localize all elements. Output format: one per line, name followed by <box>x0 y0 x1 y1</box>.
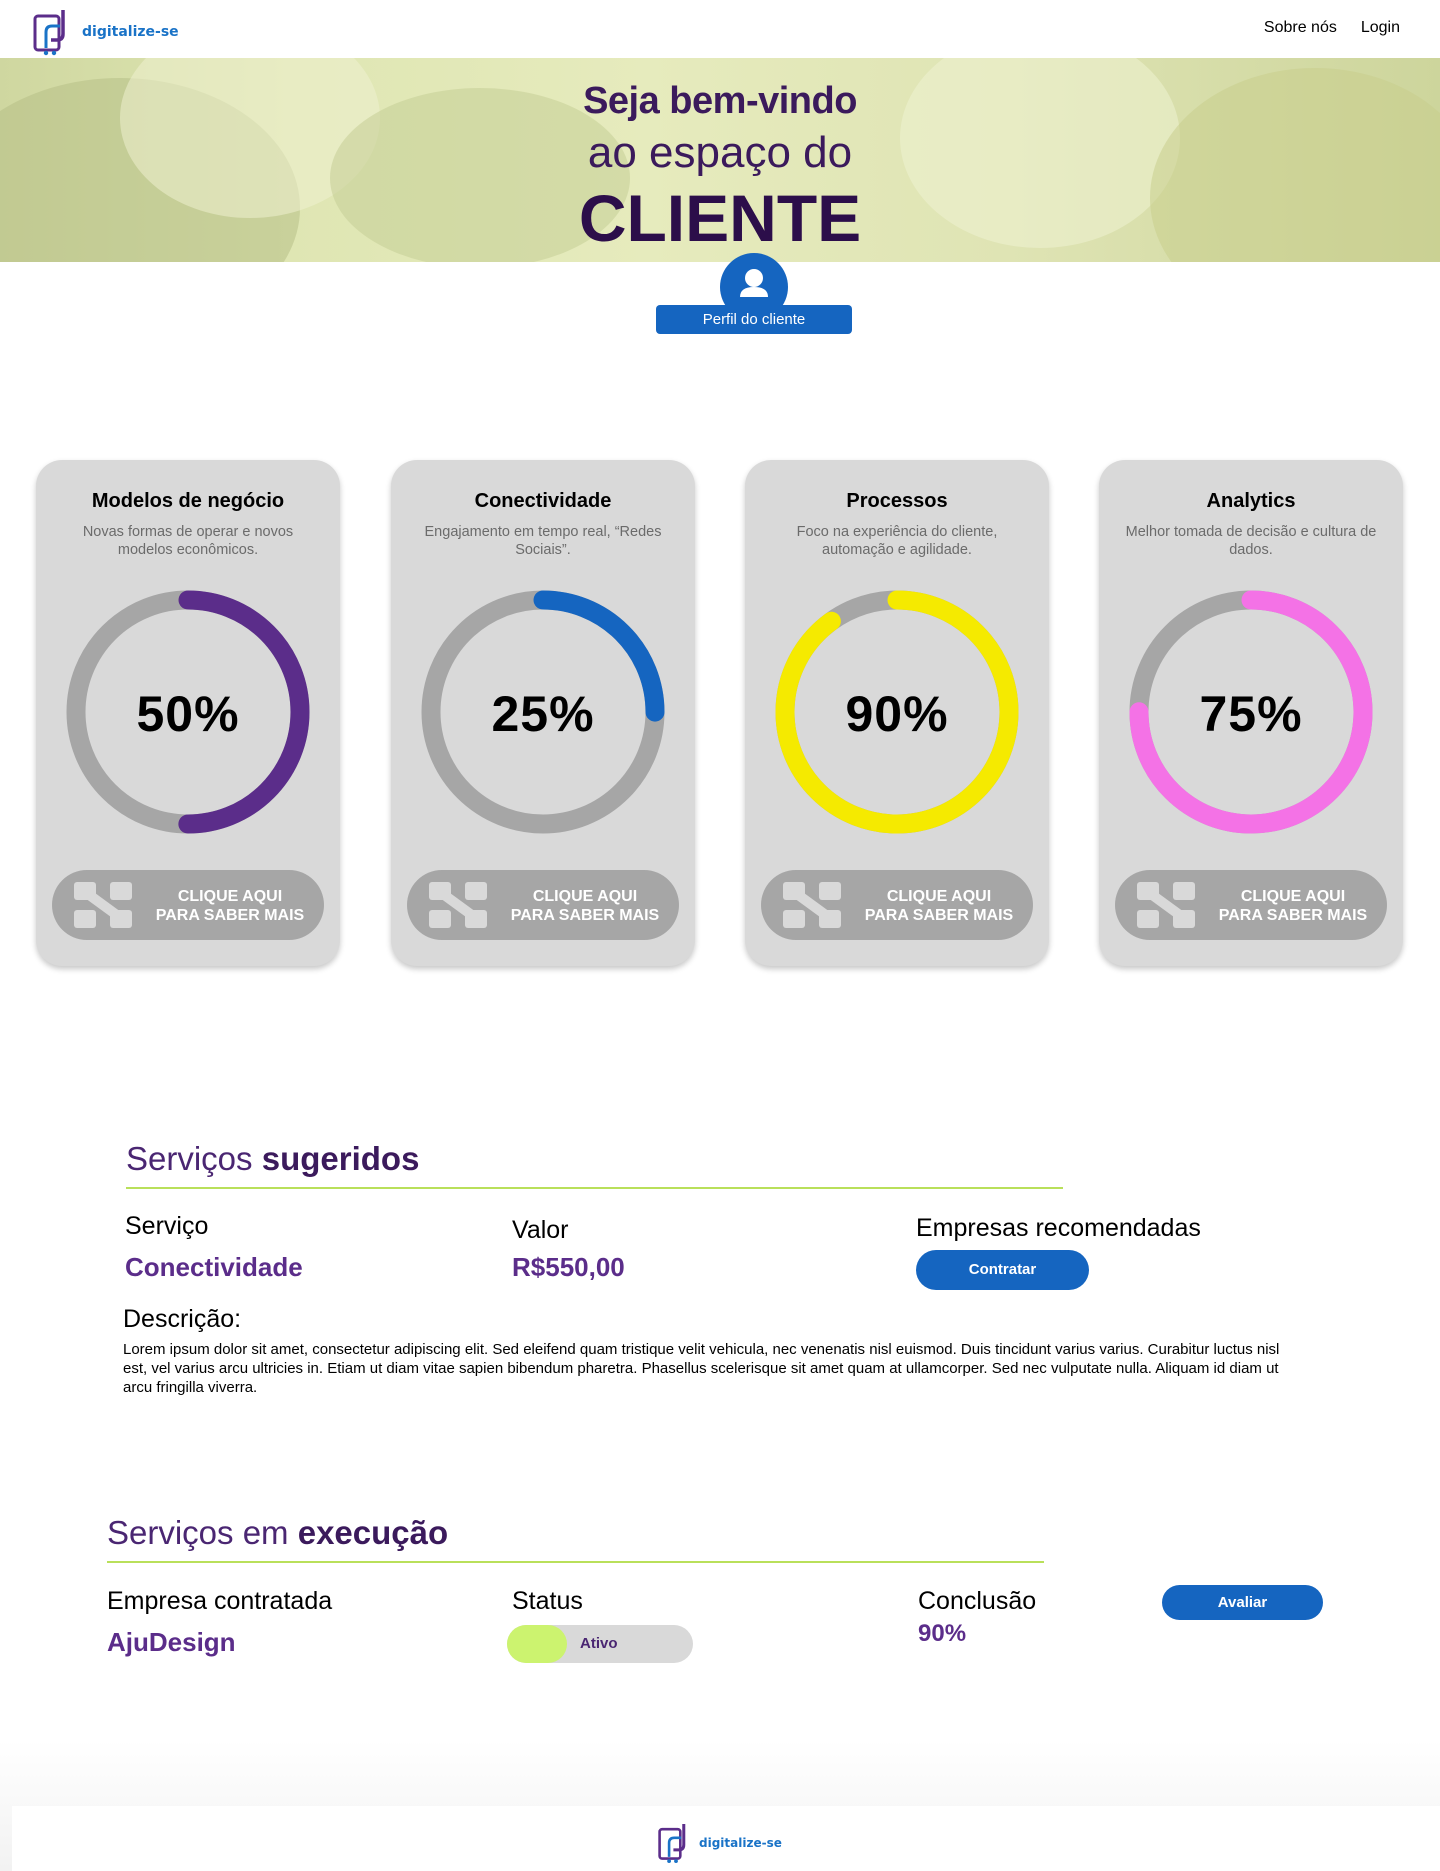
logo-text: digitalize-se <box>699 1836 782 1850</box>
description-label: Descrição: <box>123 1305 242 1333</box>
learn-more-label: CLIQUE AQUI PARA SABER MAIS <box>505 887 665 925</box>
service-label: Serviço <box>125 1212 209 1240</box>
card-analytics: Analytics Melhor tomada de decisão e cul… <box>1099 460 1403 966</box>
card-title: Processos <box>846 490 948 512</box>
section-divider <box>107 1561 1044 1563</box>
card-title: Conectividade <box>474 490 612 512</box>
conclusion-value: 90% <box>918 1620 967 1647</box>
learn-more-label: CLIQUE AQUI PARA SABER MAIS <box>150 887 310 925</box>
logo-mark-icon <box>658 1824 686 1864</box>
site-logo[interactable]: digitalize-se <box>32 8 179 56</box>
executing-services-title: Serviços em execução <box>107 1514 448 1552</box>
hero-welcome: Seja bem-vindo <box>583 80 857 122</box>
status-value: Ativo <box>580 1635 618 1652</box>
hero-subtitle: ao espaço do <box>587 128 853 177</box>
price-value: R$550,00 <box>512 1252 625 1282</box>
rate-button[interactable]: Avaliar <box>1162 1585 1323 1620</box>
recommended-companies-label: Empresas recomendadas <box>916 1214 1201 1242</box>
learn-more-button[interactable]: CLIQUE AQUI PARA SABER MAIS <box>1115 870 1387 940</box>
hero-client-heading: CLIENTE <box>578 181 862 255</box>
placeholder-image-icon <box>1137 882 1195 928</box>
learn-more-label: CLIQUE AQUI PARA SABER MAIS <box>859 887 1019 925</box>
section-title-regular: Serviços <box>126 1140 262 1177</box>
learn-more-line1: CLIQUE AQUI <box>1240 888 1346 905</box>
learn-more-line1: CLIQUE AQUI <box>886 888 992 905</box>
card-title: Modelos de negócio <box>91 490 285 512</box>
service-value: Conectividade <box>125 1252 303 1282</box>
placeholder-image-icon <box>783 882 841 928</box>
top-nav: Sobre nós Login <box>1264 19 1400 37</box>
suggested-services-title: Serviços sugeridos <box>126 1140 419 1178</box>
progress-percent: 25% <box>491 686 595 742</box>
value-label: Valor <box>512 1216 569 1244</box>
progress-percent: 75% <box>1199 686 1303 742</box>
footer-logo[interactable]: digitalize-se <box>657 1822 782 1864</box>
learn-more-line2: PARA SABER MAIS <box>510 907 660 924</box>
card-connectivity: Conectividade Engajamento em tempo real,… <box>391 460 695 966</box>
client-profile-button[interactable]: Perfil do cliente <box>656 305 852 334</box>
logo-mark-icon <box>33 10 65 56</box>
learn-more-line2: PARA SABER MAIS <box>1218 907 1368 924</box>
hero-banner: Seja bem-vindo ao espaço do CLIENTE <box>0 58 1440 262</box>
card-description: Melhor tomada de decisão e cultura de da… <box>1125 524 1377 558</box>
learn-more-button[interactable]: CLIQUE AQUI PARA SABER MAIS <box>52 870 324 940</box>
contracted-company-label: Empresa contratada <box>107 1587 333 1615</box>
site-footer: digitalize-se <box>12 1806 1440 1871</box>
description-text: Lorem ipsum dolor sit amet, consectetur … <box>123 1341 1280 1396</box>
card-description: Novas formas de operar e novos modelos e… <box>82 524 294 558</box>
learn-more-button[interactable]: CLIQUE AQUI PARA SABER MAIS <box>761 870 1033 940</box>
status-label: Status <box>512 1587 583 1615</box>
contracted-company-value: AjuDesign <box>107 1627 236 1657</box>
logo-text: digitalize-se <box>82 24 179 40</box>
progress-percent: 90% <box>845 686 949 742</box>
learn-more-line1: CLIQUE AQUI <box>532 888 638 905</box>
section-title-bold: execução <box>297 1514 449 1551</box>
nav-link-sobre-nos[interactable]: Sobre nós <box>1264 19 1337 37</box>
learn-more-label: CLIQUE AQUI PARA SABER MAIS <box>1213 887 1373 925</box>
conclusion-label: Conclusão <box>918 1587 1037 1615</box>
learn-more-line1: CLIQUE AQUI <box>177 888 283 905</box>
section-title-regular: Serviços em <box>107 1514 298 1551</box>
card-title: Analytics <box>1206 490 1296 512</box>
section-divider <box>126 1187 1063 1189</box>
card-business-models: Modelos de negócio Novas formas de opera… <box>36 460 340 966</box>
card-description: Engajamento em tempo real, “Redes Sociai… <box>424 524 662 558</box>
site-header: digitalize-se Sobre nós Login <box>0 0 1440 58</box>
placeholder-image-icon <box>429 882 487 928</box>
hire-button[interactable]: Contratar <box>916 1250 1089 1290</box>
placeholder-image-icon <box>74 882 132 928</box>
section-title-bold: sugeridos <box>261 1140 420 1177</box>
progress-percent: 50% <box>136 686 240 742</box>
status-toggle[interactable]: Ativo <box>507 1625 693 1663</box>
nav-link-login[interactable]: Login <box>1361 19 1400 37</box>
card-processes: Processos Foco na experiência do cliente… <box>745 460 1049 966</box>
card-description: Foco na experiência do cliente, automaçã… <box>796 524 998 558</box>
learn-more-line2: PARA SABER MAIS <box>864 907 1014 924</box>
status-toggle-knob <box>507 1625 567 1663</box>
learn-more-line2: PARA SABER MAIS <box>155 907 305 924</box>
learn-more-button[interactable]: CLIQUE AQUI PARA SABER MAIS <box>407 870 679 940</box>
